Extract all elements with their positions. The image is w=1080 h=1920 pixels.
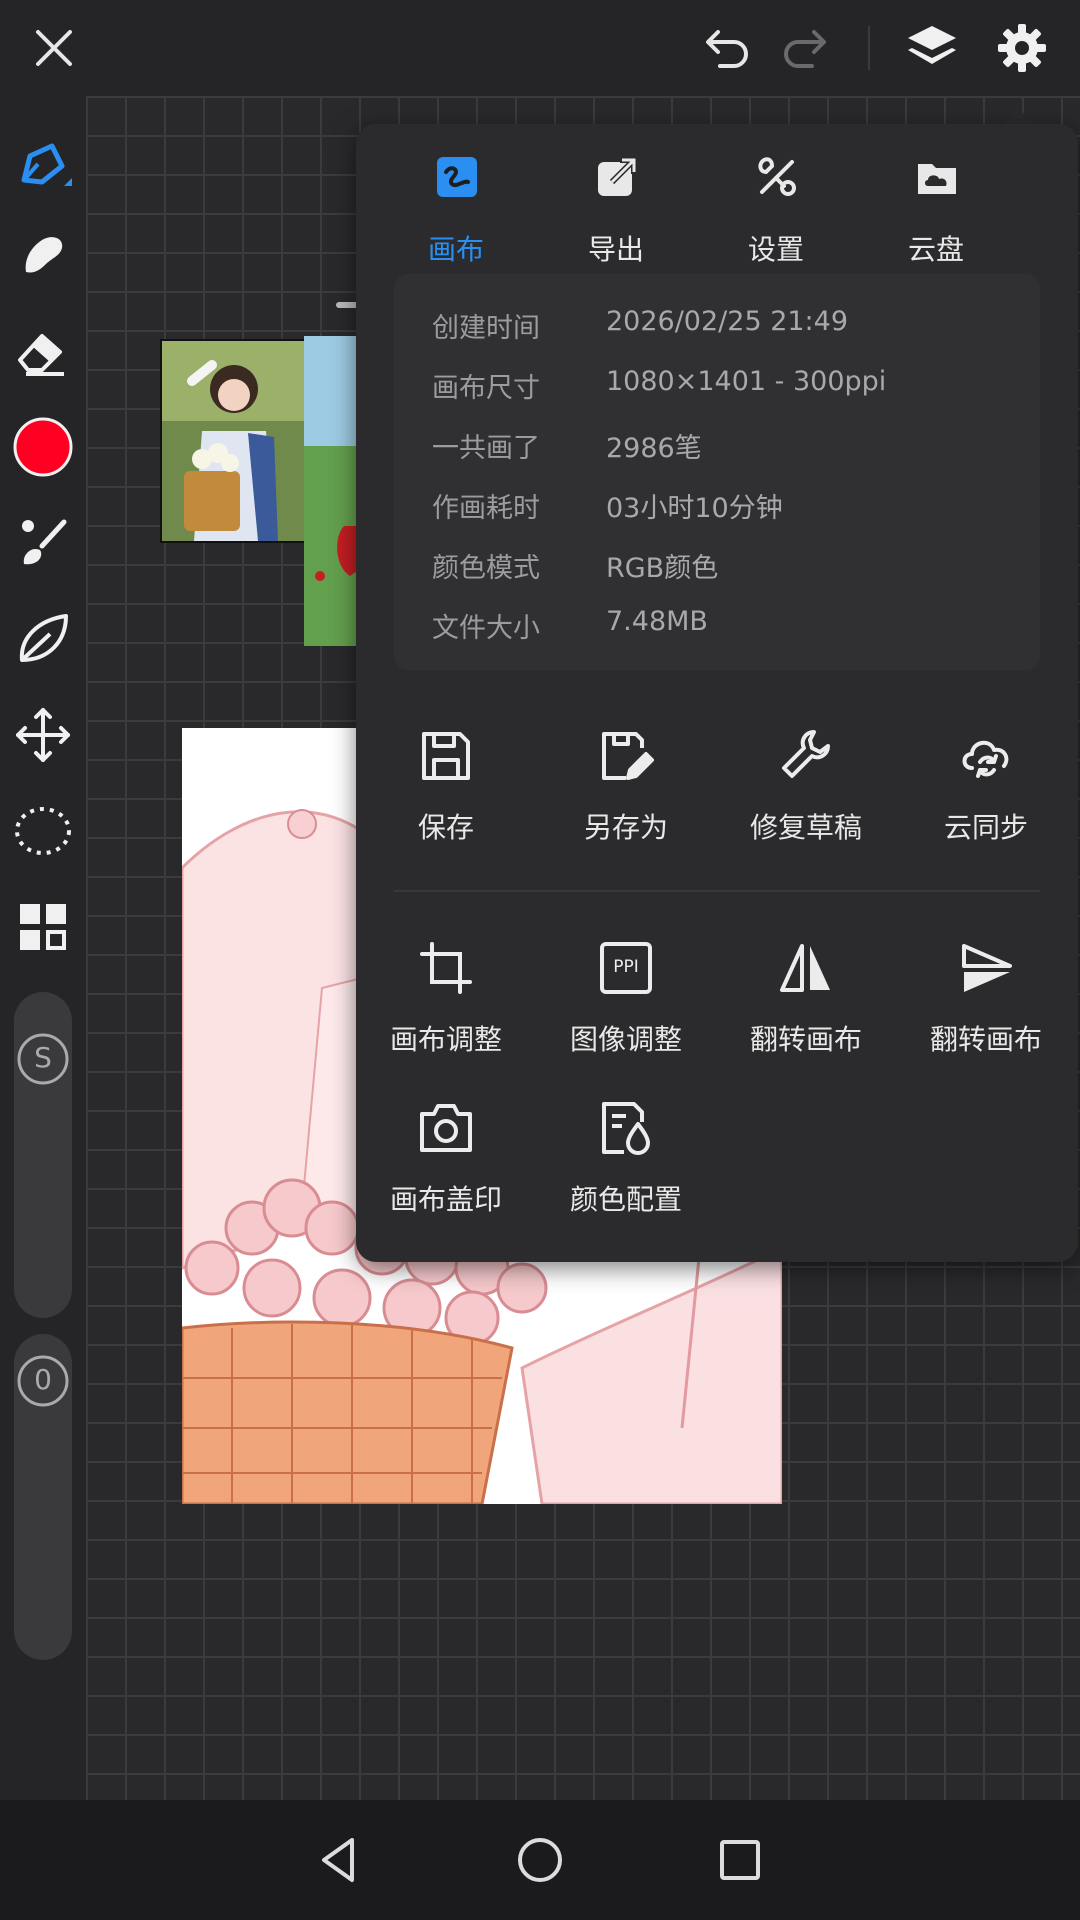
canvas-adjust-label: 画布调整 [389,1023,502,1056]
info-value: 7.48MB [606,606,708,637]
canvas-stamp-label: 画布盖印 [389,1183,502,1216]
brush-tool-icon[interactable] [12,512,74,574]
export-icon [594,154,640,200]
nav-home-icon[interactable] [510,1830,570,1890]
save-button[interactable]: 保存 [356,728,536,878]
info-row: 作画耗时 03小时10分钟 [394,486,1040,536]
cloud-sync-icon [958,728,1014,784]
info-key: 画布尺寸 [432,373,540,404]
opacity-slider[interactable]: 0 [14,1334,72,1660]
reference-photo[interactable] [160,339,306,543]
opacity-slider-knob[interactable]: 0 [16,1354,70,1408]
toolbar-divider [868,26,870,70]
move-tool-icon[interactable] [12,704,74,766]
info-key: 作画耗时 [432,493,540,524]
reference-image-2[interactable] [304,336,364,646]
flip-canvas-vertical-button[interactable]: 翻转画布 [896,940,1076,1090]
ppi-icon-text: PPI [613,957,639,977]
eraser-tool-icon[interactable] [12,320,74,382]
flip-vertical-icon [958,940,1014,996]
left-toolbar: S 0 [0,96,86,1800]
canvas-settings-panel: 画布 导出 设置 云盘 创建时间 2026/02/25 21:49 画布尺寸 1… [356,124,1078,1262]
actions-divider [394,890,1040,892]
info-value: 2026/02/25 21:49 [606,306,849,337]
leaf-tool-icon[interactable] [12,608,74,670]
redo-icon[interactable] [776,18,836,78]
tab-cloud-drive[interactable]: 云盘 [856,148,1016,268]
color-swatch[interactable] [12,416,74,478]
save-as-icon [598,728,654,784]
save-icon [418,728,474,784]
cloud-drive-icon [914,154,960,200]
brush-size-slider[interactable]: S [14,992,72,1318]
nav-recents-icon[interactable] [710,1830,770,1890]
info-value: 1080×1401 - 300ppi [606,366,887,397]
save-as-button[interactable]: 另存为 [536,728,716,878]
tab-export-label: 导出 [587,233,644,266]
info-row: 颜色模式 RGB颜色 [394,546,1040,596]
undo-icon[interactable] [696,18,756,78]
pen-tool-icon[interactable] [12,134,74,196]
top-bar [0,0,1080,96]
info-key: 文件大小 [432,613,540,644]
repair-draft-label: 修复草稿 [749,811,862,844]
size-slider-knob[interactable]: S [16,1032,70,1086]
color-profile-label: 颜色配置 [569,1183,682,1216]
tab-canvas-label: 画布 [427,233,484,266]
wrench-icon [778,728,834,784]
panel-tabs: 画布 导出 设置 云盘 [356,148,1078,268]
flip-canvas-horizontal-label: 翻转画布 [749,1023,862,1056]
image-adjust-label: 图像调整 [569,1023,682,1056]
tab-settings[interactable]: 设置 [696,148,856,268]
info-key: 颜色模式 [432,553,540,584]
camera-icon [418,1100,474,1156]
canvas-adjust-button[interactable]: 画布调整 [356,940,536,1090]
tools-icon [754,154,800,200]
info-value: 03小时10分钟 [606,493,783,524]
gear-icon[interactable] [992,18,1052,78]
info-key: 创建时间 [432,313,540,344]
flip-canvas-vertical-label: 翻转画布 [929,1023,1042,1056]
image-adjust-button[interactable]: PPI 图像调整 [536,940,716,1090]
flip-canvas-horizontal-button[interactable]: 翻转画布 [716,940,896,1090]
canvas-info-box: 创建时间 2026/02/25 21:49 画布尺寸 1080×1401 - 3… [394,274,1040,670]
layers-icon[interactable] [902,18,962,78]
canvas-icon [434,154,480,200]
info-row: 文件大小 7.48MB [394,606,1040,656]
system-nav-bar [0,1800,1080,1920]
info-value: RGB颜色 [606,553,719,584]
info-row: 一共画了 2986笔 [394,426,1040,476]
flip-horizontal-icon [778,940,834,996]
smudge-tool-icon[interactable] [12,224,74,286]
size-slider-label: S [34,1041,52,1074]
crop-icon [418,940,474,996]
nav-back-icon[interactable] [310,1830,370,1890]
color-profile-button[interactable]: 颜色配置 [536,1100,716,1250]
info-row: 创建时间 2026/02/25 21:49 [394,306,1040,356]
lasso-tool-icon[interactable] [12,800,74,862]
tab-export[interactable]: 导出 [536,148,696,268]
info-row: 画布尺寸 1080×1401 - 300ppi [394,366,1040,416]
save-label: 保存 [417,811,474,844]
tab-settings-label: 设置 [747,233,804,266]
grid-tool-icon[interactable] [12,896,74,958]
ppi-icon: PPI [598,940,654,996]
tab-cloud-drive-label: 云盘 [907,233,964,266]
info-key: 一共画了 [432,433,540,464]
info-value: 2986笔 [606,433,702,464]
save-as-label: 另存为 [583,811,668,844]
close-icon[interactable] [24,18,84,78]
cloud-sync-label: 云同步 [943,811,1028,844]
opacity-slider-label: 0 [34,1363,52,1396]
canvas-stamp-button[interactable]: 画布盖印 [356,1100,536,1250]
tab-canvas[interactable]: 画布 [376,148,536,268]
repair-draft-button[interactable]: 修复草稿 [716,728,896,878]
cloud-sync-button[interactable]: 云同步 [896,728,1076,878]
color-profile-icon [598,1100,654,1156]
